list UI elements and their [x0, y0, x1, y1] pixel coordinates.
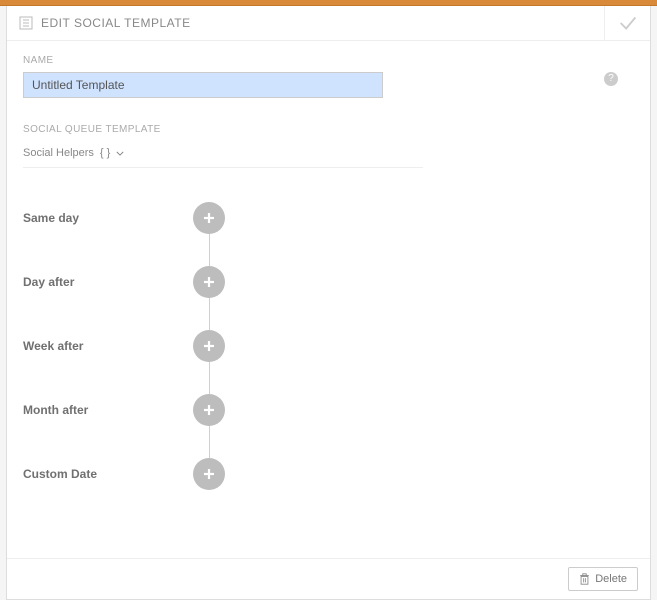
timeline-node [193, 266, 225, 298]
plus-icon [201, 466, 217, 482]
panel-title: EDIT SOCIAL TEMPLATE [41, 16, 191, 30]
add-button[interactable] [193, 266, 225, 298]
add-button[interactable] [193, 202, 225, 234]
delete-button[interactable]: Delete [568, 567, 638, 591]
name-label: NAME [23, 55, 634, 66]
timeline-node [193, 330, 225, 362]
social-helpers-dropdown[interactable]: Social Helpers { } [23, 141, 423, 168]
timeline-row-same-day: Same day [23, 186, 634, 250]
panel-footer: Delete [7, 558, 650, 599]
add-button[interactable] [193, 458, 225, 490]
timeline-label: Month after [23, 403, 193, 417]
confirm-button[interactable] [604, 6, 650, 40]
queue-template-label: SOCIAL QUEUE TEMPLATE [23, 124, 634, 135]
timeline-label: Same day [23, 211, 193, 225]
name-section: NAME ? [23, 55, 634, 98]
braces-icon: { } [100, 147, 110, 159]
timeline-row-day-after: Day after [23, 250, 634, 314]
timeline-label: Custom Date [23, 467, 193, 481]
trash-icon [579, 573, 590, 585]
delete-label: Delete [595, 573, 627, 585]
timeline-row-month-after: Month after [23, 378, 634, 442]
timeline-node [193, 458, 225, 490]
timeline-row-custom-date: Custom Date [23, 442, 634, 506]
timeline-label: Day after [23, 275, 193, 289]
plus-icon [201, 402, 217, 418]
plus-icon [201, 338, 217, 354]
add-button[interactable] [193, 394, 225, 426]
social-helpers-label: Social Helpers [23, 147, 94, 159]
timeline-label: Week after [23, 339, 193, 353]
template-icon [19, 16, 33, 30]
timeline: Same day Day after [23, 186, 634, 506]
panel-body: NAME ? SOCIAL QUEUE TEMPLATE Social Help… [7, 41, 650, 558]
plus-icon [201, 274, 217, 290]
panel-header: EDIT SOCIAL TEMPLATE [7, 6, 650, 41]
checkmark-icon [617, 12, 639, 34]
timeline-node [193, 394, 225, 426]
add-button[interactable] [193, 330, 225, 362]
chevron-down-icon [116, 151, 124, 156]
plus-icon [201, 210, 217, 226]
timeline-node [193, 202, 225, 234]
edit-social-template-panel: EDIT SOCIAL TEMPLATE NAME ? SOCIAL QUEUE… [6, 6, 651, 600]
timeline-row-week-after: Week after [23, 314, 634, 378]
help-icon[interactable]: ? [604, 72, 618, 86]
name-input[interactable] [23, 72, 383, 98]
